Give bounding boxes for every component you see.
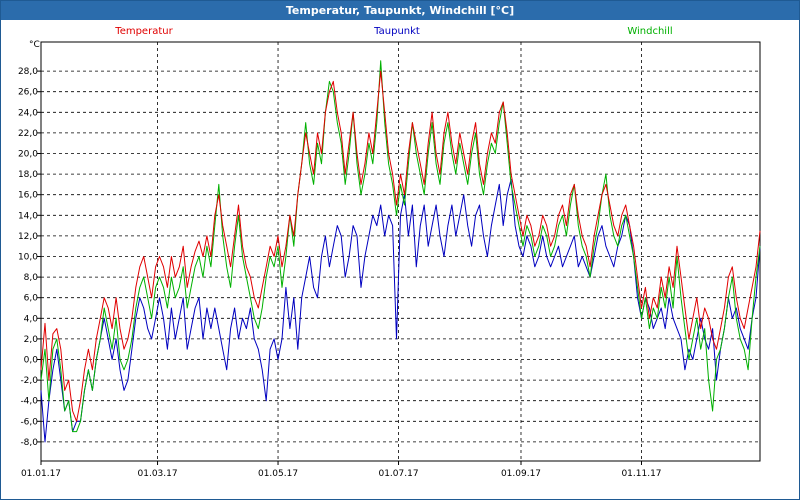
legend-entry-windchill: Windchill [627, 26, 672, 37]
x-tick-label: 01.09.17 [501, 469, 541, 479]
legend-entry-temperatur: Temperatur [114, 26, 173, 37]
x-tick-label: 01.07.17 [378, 469, 418, 479]
x-tick-label: 01.03.17 [138, 469, 178, 479]
plot-area [40, 41, 761, 462]
y-tick-label: 20,0 [18, 150, 38, 160]
y-tick-label: 10,0 [18, 253, 38, 263]
y-tick-label: -6,0 [20, 417, 38, 427]
y-tick-label: 18,0 [18, 170, 38, 180]
y-tick-label: 8,0 [24, 273, 39, 283]
y-tick-label: 12,0 [18, 232, 38, 242]
x-tick-label: 01.01.17 [21, 469, 61, 479]
y-tick-label: 16,0 [18, 191, 38, 201]
y-tick-label: -4,0 [20, 397, 38, 407]
x-tick-label: 01.11.17 [621, 469, 661, 479]
x-axis: 01.01.17 01.03.17 01.05.17 01.07.17 01.09.17… [21, 461, 662, 479]
y-tick-label: 14,0 [18, 211, 38, 221]
y-tick-label: 6,0 [24, 294, 39, 304]
y-tick-label: 2,0 [24, 335, 39, 345]
x-tick-label: 01.05.17 [258, 469, 298, 479]
y-tick-label: 0,0 [24, 356, 39, 366]
chart: 28,0 26,0 24,0 22,0 20,0 18,0 16,0 14,0 12,0 10,0… [18, 26, 761, 479]
y-tick-label: 22,0 [18, 129, 38, 139]
y-tick-label: -8,0 [20, 438, 38, 448]
legend: Temperatur Taupunkt Windchill [114, 26, 672, 37]
y-tick-label: 28,0 [18, 67, 38, 77]
y-tick-label: 26,0 [18, 88, 38, 98]
y-axis: 28,0 26,0 24,0 22,0 20,0 18,0 16,0 14,0 12,0 10,0… [18, 67, 41, 448]
y-tick-label: -2,0 [20, 376, 38, 386]
y-tick-label: 24,0 [18, 108, 38, 118]
y-axis-label: °C [29, 40, 40, 50]
y-tick-label: 4,0 [24, 314, 39, 324]
legend-entry-taupunkt: Taupunkt [373, 26, 420, 37]
